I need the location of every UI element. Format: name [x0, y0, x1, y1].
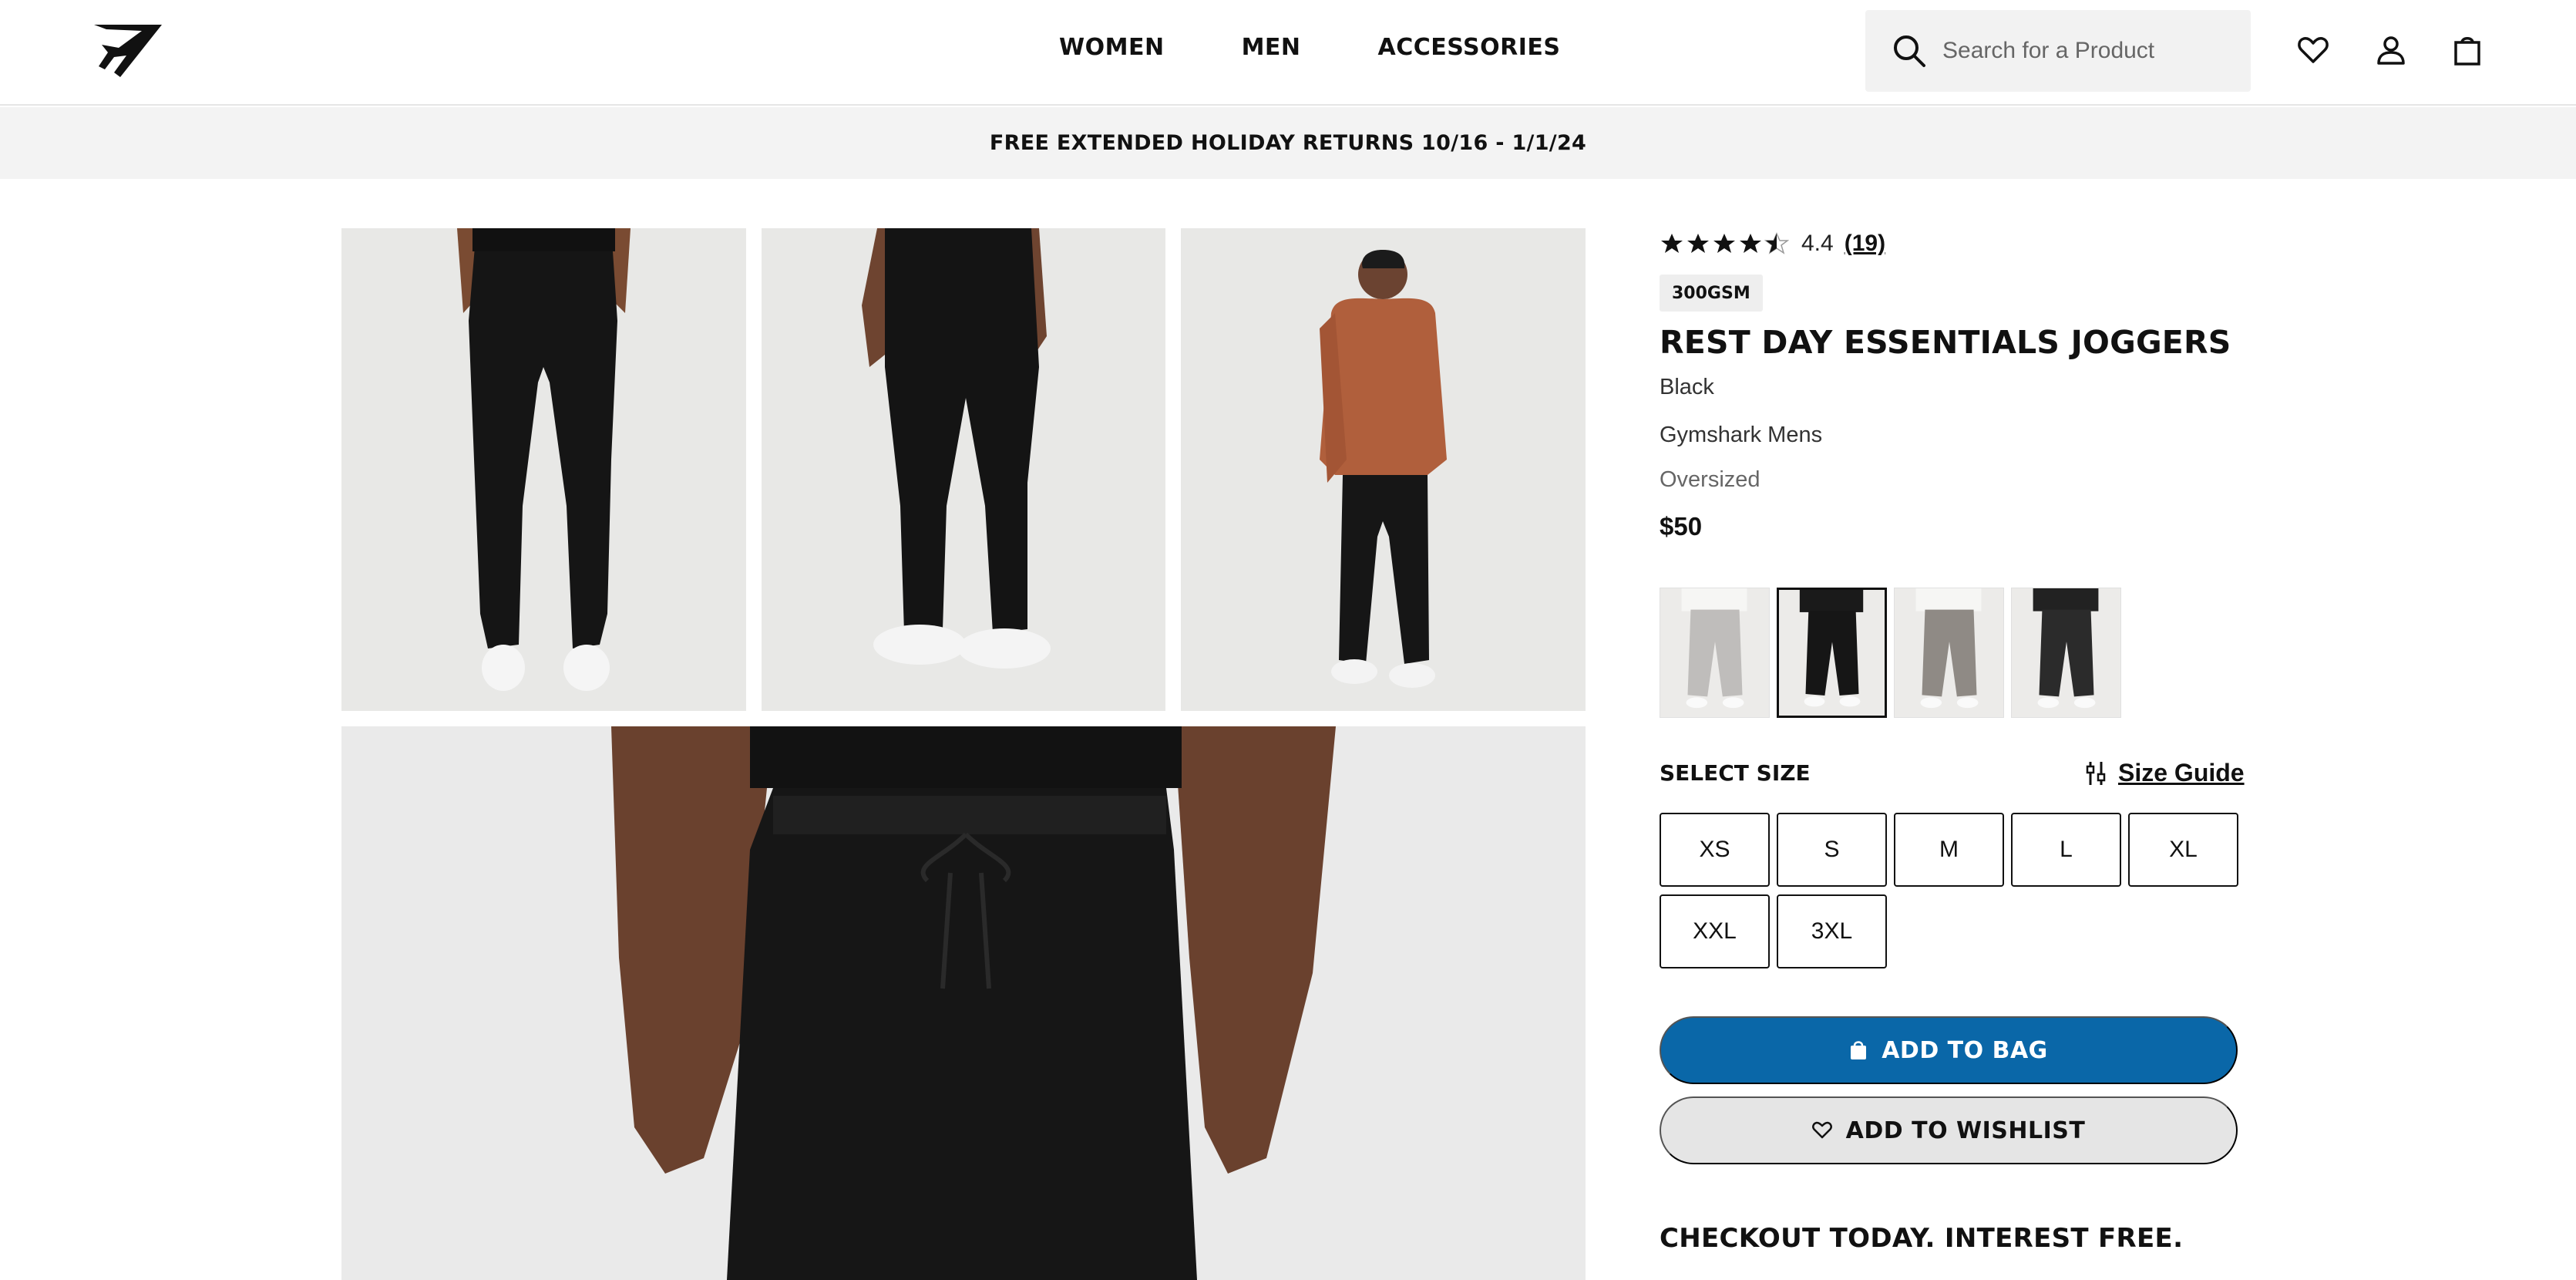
main-nav: WOMEN MEN ACCESSORIES — [1059, 34, 1561, 61]
size-guide-label: Size Guide — [2118, 759, 2245, 787]
search-box[interactable] — [1865, 10, 2251, 92]
product-price: $50 — [1660, 512, 1703, 541]
search-input[interactable] — [1942, 10, 2235, 92]
star-icon — [1687, 234, 1709, 253]
nav-accessories[interactable]: ACCESSORIES — [1378, 34, 1561, 61]
swatch-black[interactable] — [1777, 588, 1887, 718]
size-options: XS S M L XL XXL 3XL — [1660, 813, 2245, 976]
bag-icon[interactable] — [2451, 34, 2484, 66]
user-icon[interactable] — [2375, 34, 2407, 66]
swatch-light-grey[interactable] — [1660, 588, 1770, 718]
product-color: Black — [1660, 375, 1714, 399]
site-header: WOMEN MEN ACCESSORIES — [0, 0, 2576, 106]
nav-women[interactable]: WOMEN — [1059, 34, 1165, 61]
review-count-link[interactable]: (19) — [1845, 231, 1885, 257]
product-title: REST DAY ESSENTIALS JOGGERS — [1660, 324, 2231, 361]
heart-icon — [1811, 1121, 1832, 1139]
rating-value: 4.4 — [1801, 231, 1834, 256]
star-icon — [1713, 234, 1735, 253]
size-option-xl[interactable]: XL — [2128, 813, 2238, 887]
size-option-3xl[interactable]: 3XL — [1777, 894, 1887, 968]
rating-stars — [1660, 231, 1791, 256]
add-to-wishlist-label: ADD TO WISHLIST — [1845, 1117, 2086, 1144]
nav-men[interactable]: MEN — [1242, 34, 1301, 61]
product-image-back-view[interactable] — [341, 228, 746, 711]
swatch-taupe[interactable] — [1894, 588, 2004, 718]
product-image-full-body-with-hoodie[interactable] — [1181, 228, 1586, 711]
product-image-side-view[interactable] — [762, 228, 1165, 711]
add-to-bag-label: ADD TO BAG — [1882, 1036, 2048, 1064]
size-option-xxl[interactable]: XXL — [1660, 894, 1770, 968]
size-option-l[interactable]: L — [2011, 813, 2121, 887]
size-guide-icon — [2086, 761, 2106, 785]
star-half-icon — [1764, 232, 1789, 254]
fabric-weight-badge: 300GSM — [1660, 275, 1763, 312]
product-rating: 4.4 (19) — [1660, 228, 1885, 259]
size-guide-link[interactable]: Size Guide — [2086, 759, 2245, 787]
checkout-heading: CHECKOUT TODAY. INTEREST FREE. — [1660, 1223, 2184, 1254]
promo-banner[interactable]: FREE EXTENDED HOLIDAY RETURNS 10/16 - 1/… — [0, 107, 2576, 179]
bag-icon — [1851, 1041, 1867, 1059]
add-to-bag-button[interactable]: ADD TO BAG — [1660, 1016, 2238, 1084]
size-option-m[interactable]: M — [1894, 813, 2004, 887]
star-icon — [1740, 234, 1761, 253]
add-to-wishlist-button[interactable]: ADD TO WISHLIST — [1660, 1096, 2238, 1164]
search-icon[interactable] — [1892, 33, 1927, 69]
heart-icon[interactable] — [2297, 34, 2329, 66]
swatch-charcoal[interactable] — [2011, 588, 2121, 718]
promo-text: FREE EXTENDED HOLIDAY RETURNS 10/16 - 1/… — [989, 131, 1587, 155]
product-image-waist-closeup[interactable] — [341, 726, 1586, 1280]
select-size-label: SELECT SIZE — [1660, 760, 1811, 786]
product-brand: Gymshark Mens — [1660, 423, 1823, 447]
size-option-s[interactable]: S — [1777, 813, 1887, 887]
size-option-xs[interactable]: XS — [1660, 813, 1770, 887]
product-fit: Oversized — [1660, 467, 1760, 492]
gymshark-logo-icon[interactable] — [91, 22, 165, 80]
color-swatches — [1660, 588, 2128, 718]
star-icon — [1661, 234, 1683, 253]
